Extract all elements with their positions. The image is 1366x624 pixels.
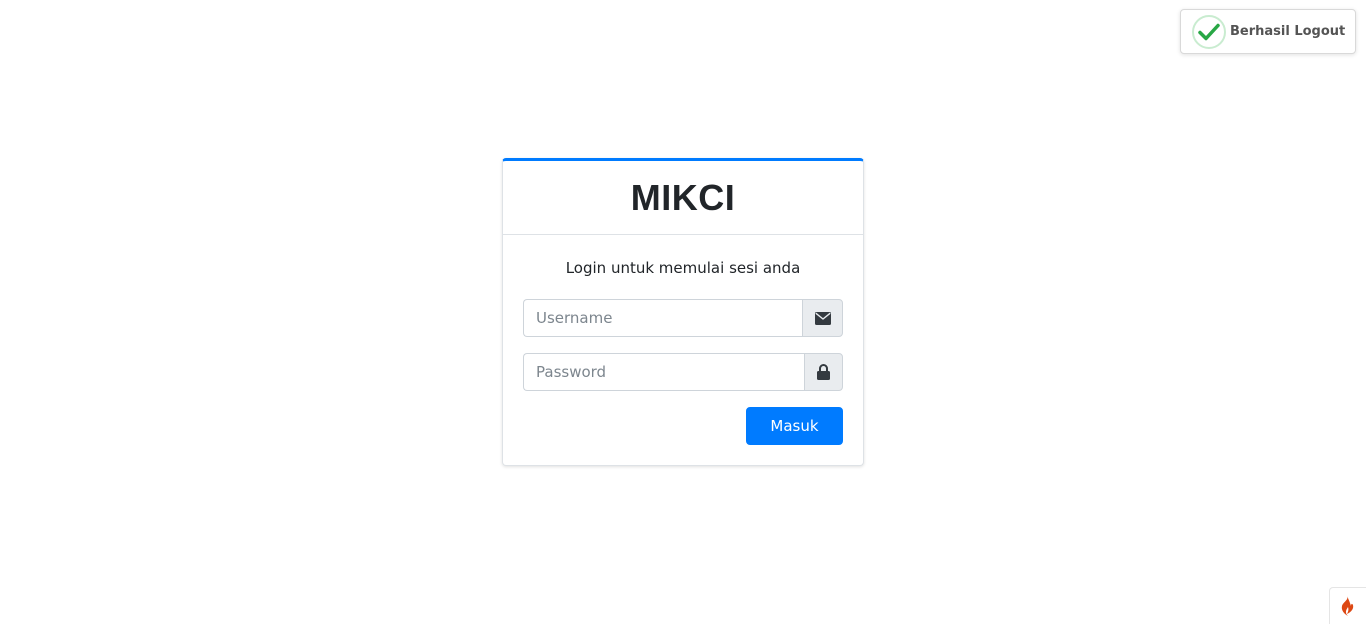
login-card: MIKCI Login untuk memulai sesi anda User… [502, 158, 864, 466]
login-page: Berhasil Logout MIKCI Login untuk memula… [0, 0, 1366, 624]
password-group [523, 353, 843, 391]
password-input[interactable] [523, 353, 804, 391]
button-row: Masuk [523, 407, 843, 445]
check-icon [1192, 14, 1226, 49]
toast-message: Berhasil Logout [1230, 24, 1346, 39]
login-form: Masuk [523, 299, 843, 445]
brand-title[interactable]: MIKCI [631, 177, 736, 219]
card-body: Login untuk memulai sesi anda Username M… [503, 235, 863, 445]
envelope-icon [802, 299, 843, 337]
logout-toast: Berhasil Logout [1180, 9, 1356, 54]
login-message: Login untuk memulai sesi anda [565, 259, 801, 277]
lock-icon [804, 353, 843, 391]
username-group [523, 299, 843, 337]
codeigniter-flame-icon[interactable] [1329, 587, 1366, 624]
username-input[interactable] [523, 299, 802, 337]
card-header: MIKCI [503, 161, 863, 235]
login-button[interactable]: Masuk [746, 407, 843, 445]
